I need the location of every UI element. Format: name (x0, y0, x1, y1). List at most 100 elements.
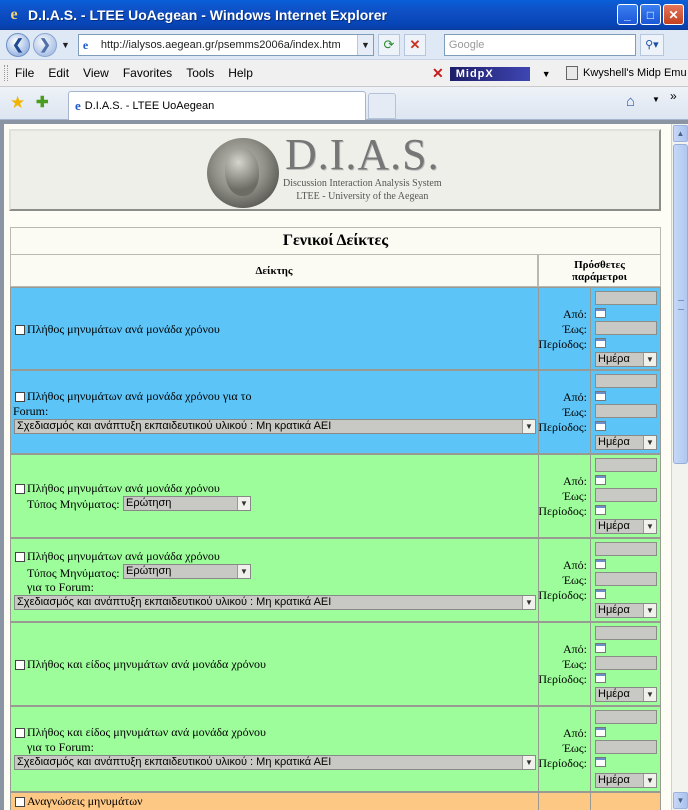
table-heading: Γενικοί Δείκτες (10, 227, 661, 254)
calendar-icon[interactable] (595, 643, 606, 653)
calendar-icon[interactable] (595, 559, 606, 569)
from-date-input[interactable] (595, 458, 657, 472)
tab-dias[interactable]: e D.I.A.S. - LTEE UoAegean (68, 91, 366, 120)
from-date-input[interactable] (595, 626, 657, 640)
address-field[interactable]: e http://ialysos.aegean.gr/psemms2006a/i… (77, 33, 374, 56)
calendar-icon[interactable] (595, 475, 606, 485)
add-favorite-icon[interactable]: ✚ (36, 93, 49, 111)
period-select[interactable]: Ημέρα ▼ (595, 603, 657, 618)
chevron-down-icon: ▼ (522, 420, 535, 433)
midpx-logo: MidpX (449, 66, 530, 81)
calendar-icon[interactable] (595, 589, 606, 599)
menu-help[interactable]: Help (221, 66, 260, 80)
calendar-icon[interactable] (595, 505, 606, 515)
to-label: Έως: (562, 322, 587, 336)
period-select[interactable]: Ημέρα ▼ (595, 352, 657, 367)
scroll-down-button[interactable]: ▼ (673, 792, 688, 809)
to-date-input[interactable] (595, 488, 657, 502)
address-toolbar: ❮ ❯ ▼ e http://ialysos.aegean.gr/psemms2… (0, 30, 688, 60)
calendar-icon[interactable] (595, 308, 606, 318)
calendar-icon[interactable] (595, 757, 606, 767)
from-date-input[interactable] (595, 542, 657, 556)
indicator-checkbox[interactable] (15, 660, 25, 671)
chevron-down-icon: ▼ (643, 520, 656, 533)
chevron-down-icon: ▼ (237, 565, 250, 578)
home-icon[interactable]: ⌂ (626, 93, 635, 110)
ie-icon: e (10, 5, 18, 23)
window-title: D.I.A.S. - LTEE UoAegean - Windows Inter… (28, 6, 387, 23)
calendar-icon[interactable] (595, 391, 606, 401)
from-date-input[interactable] (595, 374, 657, 388)
home-dropdown-icon[interactable]: ▼ (652, 95, 660, 104)
period-select[interactable]: Ημέρα ▼ (595, 773, 657, 788)
search-input[interactable]: Google (443, 33, 636, 56)
forum-label: Forum: (13, 404, 49, 418)
indicator-checkbox[interactable] (15, 552, 25, 563)
stop-button[interactable]: ✕ (403, 33, 426, 56)
to-date-input[interactable] (595, 740, 657, 754)
to-date-input[interactable] (595, 321, 657, 335)
midpx-toolbar[interactable]: ✕ MidpX ▼ (432, 65, 551, 82)
tab-label: D.I.A.S. - LTEE UoAegean (84, 100, 215, 112)
to-label: Έως: (562, 405, 587, 419)
from-date-input[interactable] (595, 710, 657, 724)
period-label: Περίοδος: (538, 672, 587, 686)
menu-view[interactable]: View (76, 66, 116, 80)
more-chevron-icon[interactable]: » (670, 89, 677, 103)
calendar-icon[interactable] (595, 338, 606, 348)
indicator-checkbox[interactable] (15, 728, 25, 739)
menu-favorites[interactable]: Favorites (116, 66, 179, 80)
period-label: Περίοδος: (538, 756, 587, 770)
history-dropdown-icon[interactable]: ▼ (61, 40, 70, 50)
search-button[interactable]: ⚲▾ (639, 33, 664, 56)
message-type-select[interactable]: Ερώτηση ▼ (123, 496, 251, 511)
maximize-button[interactable]: □ (640, 4, 661, 25)
address-dropdown-icon[interactable]: ▼ (356, 34, 373, 55)
refresh-button[interactable]: ⟳ (377, 33, 400, 56)
indicator-checkbox[interactable] (15, 325, 25, 336)
minimize-button[interactable]: _ (617, 4, 638, 25)
indicator-checkbox[interactable] (15, 484, 25, 495)
calendar-icon[interactable] (595, 673, 606, 683)
indicator-label: Πλήθος μηνυμάτων ανά μονάδα χρόνου για τ… (15, 389, 252, 404)
forum-select[interactable]: Σχεδιασμός και ανάπτυξη εκπαιδευτικού υλ… (14, 419, 536, 434)
calendar-icon[interactable] (595, 421, 606, 431)
period-select[interactable]: Ημέρα ▼ (595, 435, 657, 450)
from-date-input[interactable] (595, 291, 657, 305)
address-url: http://ialysos.aegean.gr/psemms2006a/ind… (100, 38, 341, 51)
from-label: Από: (562, 474, 587, 488)
new-tab-button[interactable] (368, 93, 396, 119)
close-button[interactable]: ✕ (663, 4, 684, 25)
period-select[interactable]: Ημέρα ▼ (595, 687, 657, 702)
midpx-dropdown-icon[interactable]: ▼ (542, 69, 551, 79)
scroll-thumb[interactable] (673, 144, 688, 464)
to-date-input[interactable] (595, 404, 657, 418)
indicator-label: Πλήθος μηνυμάτων ανά μονάδα χρόνου (15, 481, 220, 496)
message-type-label: Τύπος Μηνύματος: (27, 497, 120, 511)
indicator-checkbox[interactable] (15, 392, 25, 403)
favorites-star-icon[interactable]: ★ (10, 93, 25, 113)
menu-file[interactable]: File (8, 66, 41, 80)
back-button[interactable]: ❮ (6, 32, 30, 57)
menu-tools[interactable]: Tools (179, 66, 221, 80)
forum-select[interactable]: Σχεδιασμός και ανάπτυξη εκπαιδευτικού υλ… (14, 595, 536, 610)
period-select[interactable]: Ημέρα ▼ (595, 519, 657, 534)
to-date-input[interactable] (595, 572, 657, 586)
message-type-select[interactable]: Ερώτηση ▼ (123, 564, 251, 579)
chevron-down-icon: ▼ (643, 604, 656, 617)
kwyshell-button[interactable]: Kwyshell's Midp Emu (566, 66, 687, 80)
indicator-checkbox[interactable] (15, 797, 25, 808)
menu-edit[interactable]: Edit (41, 66, 76, 80)
scroll-up-button[interactable]: ▲ (673, 125, 688, 142)
to-date-input[interactable] (595, 656, 657, 670)
tab-bar: ★ ✚ e D.I.A.S. - LTEE UoAegean ⌂ ▼ » (0, 87, 688, 120)
forum-select[interactable]: Σχεδιασμός και ανάπτυξη εκπαιδευτικού υλ… (14, 755, 536, 770)
forward-button[interactable]: ❯ (33, 32, 57, 57)
vertical-scrollbar[interactable]: ▲ ▼ (671, 124, 688, 810)
calendar-icon[interactable] (595, 727, 606, 737)
kwyshell-label: Kwyshell's Midp Emu (583, 67, 687, 79)
from-label: Από: (562, 726, 587, 740)
from-label: Από: (562, 307, 587, 321)
indicator-label: Πλήθος και είδος μηνυμάτων ανά μονάδα χρ… (15, 725, 266, 740)
for-forum-label: για το Forum: (27, 740, 94, 754)
